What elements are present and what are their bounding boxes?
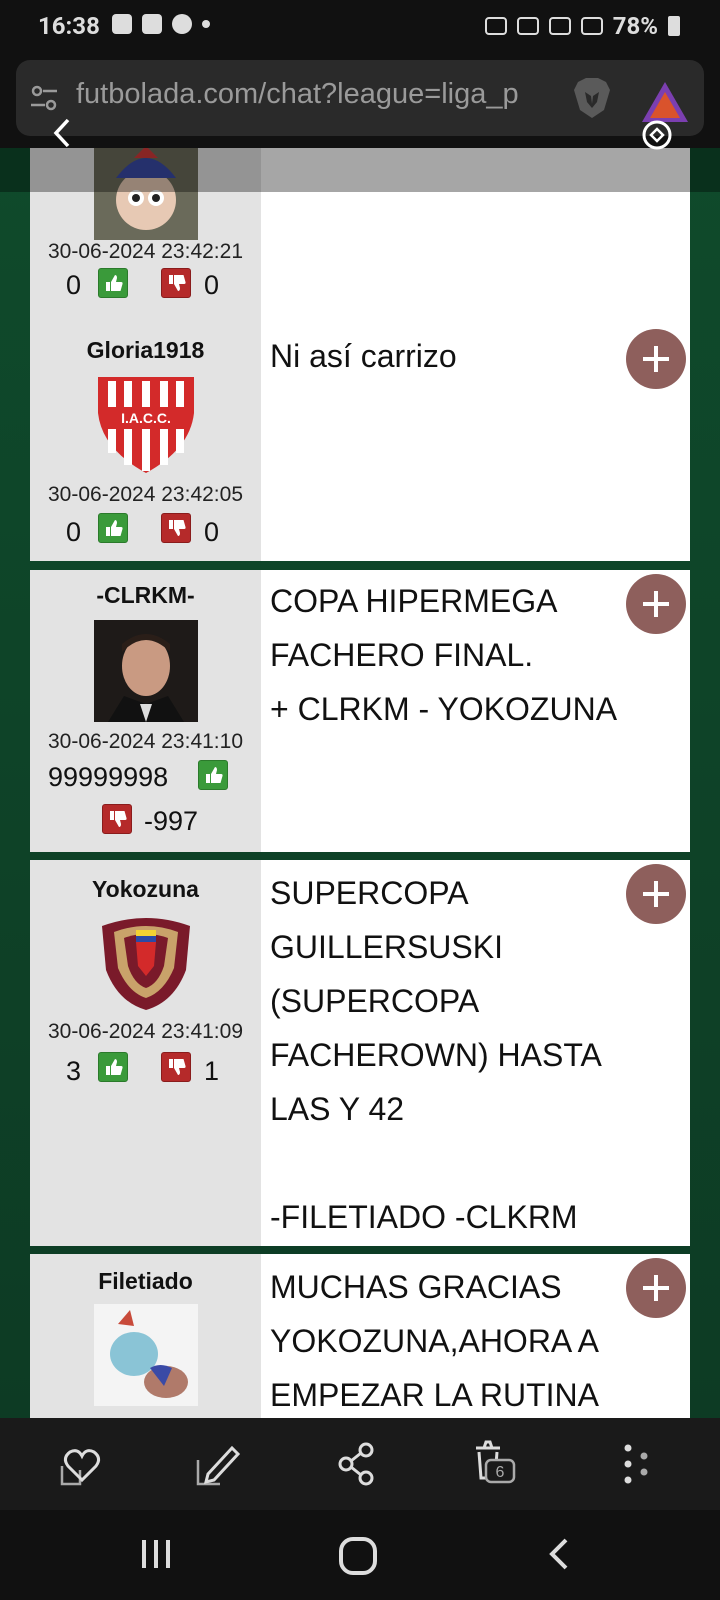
thumbs-up-icon[interactable] xyxy=(98,513,128,543)
post-username[interactable]: Filetiado xyxy=(30,1268,261,1295)
home-icon[interactable] xyxy=(338,1536,378,1576)
post-message: SUPERCOPA GUILLERSUSKI (SUPERCOPA FACHER… xyxy=(270,875,602,1235)
plus-icon[interactable] xyxy=(626,329,686,389)
avatar[interactable] xyxy=(94,910,198,1012)
avatar[interactable] xyxy=(94,1304,198,1406)
browser-toolbar: futbolada.com/chat?league=liga_p xyxy=(0,52,720,148)
post-username[interactable]: Yokozuna xyxy=(30,876,261,903)
post-message: Ni así carrizo xyxy=(270,338,457,374)
bottom-toolbar: 6 xyxy=(0,1418,720,1510)
edit-icon[interactable] xyxy=(194,1440,242,1488)
post-message: MUCHAS GRACIAS YOKOZUNA,AHORA A EMPEZAR … xyxy=(270,1269,599,1413)
avatar[interactable]: I.A.C.C. xyxy=(94,373,198,475)
thumbs-down-icon[interactable] xyxy=(161,1052,191,1082)
tune-icon[interactable] xyxy=(30,84,58,112)
post-date: 30-06-2024 23:42:05 xyxy=(48,483,243,506)
svg-text:I.A.C.C.: I.A.C.C. xyxy=(121,410,171,426)
likes-count: 0 xyxy=(66,517,82,547)
sync-icon[interactable] xyxy=(640,118,674,152)
chat-post: Gloria1918 I.A.C.C. 30-06-2024 23:42:05 … xyxy=(30,323,690,561)
chat-post: Filetiado MUCHAS GRACIAS YOKOZUNA,AHORA … xyxy=(30,1254,690,1418)
gallery-notification-icon xyxy=(142,14,162,34)
plus-icon[interactable] xyxy=(626,1258,686,1318)
thumbs-down-icon[interactable] xyxy=(102,804,132,834)
recent-apps-icon[interactable] xyxy=(138,1536,174,1572)
brave-lion-icon[interactable] xyxy=(572,76,612,120)
chat-page: 30-06-2024 23:42:21 0 0 Gloria1918 I.A.C… xyxy=(0,148,720,1418)
avatar[interactable] xyxy=(94,620,198,722)
notification-icons xyxy=(112,14,210,34)
dislikes-count: 0 xyxy=(204,270,220,300)
plus-icon[interactable] xyxy=(626,864,686,924)
top-fade-overlay xyxy=(0,148,720,192)
heart-home-icon[interactable] xyxy=(58,1440,106,1488)
delete-icon[interactable]: 6 xyxy=(470,1440,518,1488)
thumbs-down-icon[interactable] xyxy=(161,513,191,543)
likes-count: 0 xyxy=(66,270,82,300)
dislikes-count: 0 xyxy=(204,517,220,547)
status-time: 16:38 xyxy=(38,12,100,40)
share-icon[interactable] xyxy=(334,1440,382,1488)
chat-post: Yokozuna 30-06-2024 23:41:09 3 1 SUPERCO… xyxy=(30,860,690,1246)
post-username[interactable]: -CLRKM- xyxy=(30,582,261,609)
key-icon xyxy=(484,17,507,35)
more-notifications-dot-icon xyxy=(202,20,210,28)
dislikes-count: -997 xyxy=(144,806,199,836)
chat-post: -CLRKM- 30-06-2024 23:41:10 99999998 -99… xyxy=(30,570,690,852)
mute-icon xyxy=(516,17,539,35)
nav-back-icon[interactable] xyxy=(546,1536,574,1572)
menu-dots-icon[interactable] xyxy=(614,1440,662,1488)
likes-count: 99999998 xyxy=(48,762,169,792)
thumbs-up-icon[interactable] xyxy=(98,268,128,298)
plus-icon[interactable] xyxy=(626,574,686,634)
key-notification-icon xyxy=(112,14,132,34)
wifi-icon xyxy=(548,17,571,35)
signal-icon xyxy=(580,17,603,35)
thumbs-down-icon[interactable] xyxy=(161,268,191,298)
battery-percent: 78% xyxy=(612,12,658,40)
post-date: 30-06-2024 23:42:21 xyxy=(48,240,243,263)
thumbs-up-icon[interactable] xyxy=(98,1052,128,1082)
post-date: 30-06-2024 23:41:10 xyxy=(48,730,243,753)
thumbs-up-icon[interactable] xyxy=(198,760,228,790)
battery-icon xyxy=(668,16,680,36)
post-date: 30-06-2024 23:41:09 xyxy=(48,1020,243,1043)
post-message: COPA HIPERMEGA FACHERO FINAL. + CLRKM - … xyxy=(270,583,618,727)
status-bar: 16:38 78% xyxy=(0,0,720,52)
system-navigation-bar xyxy=(0,1510,720,1600)
dislikes-count: 1 xyxy=(204,1056,220,1086)
likes-count: 3 xyxy=(66,1056,82,1086)
post-username[interactable]: Gloria1918 xyxy=(30,337,261,364)
play-notification-icon xyxy=(172,14,192,34)
tab-count: 6 xyxy=(496,1464,505,1481)
system-status: 78% xyxy=(484,12,680,40)
back-icon[interactable] xyxy=(48,118,78,148)
address-bar[interactable]: futbolada.com/chat?league=liga_p xyxy=(16,60,704,136)
url-text[interactable]: futbolada.com/chat?league=liga_p xyxy=(76,78,519,111)
